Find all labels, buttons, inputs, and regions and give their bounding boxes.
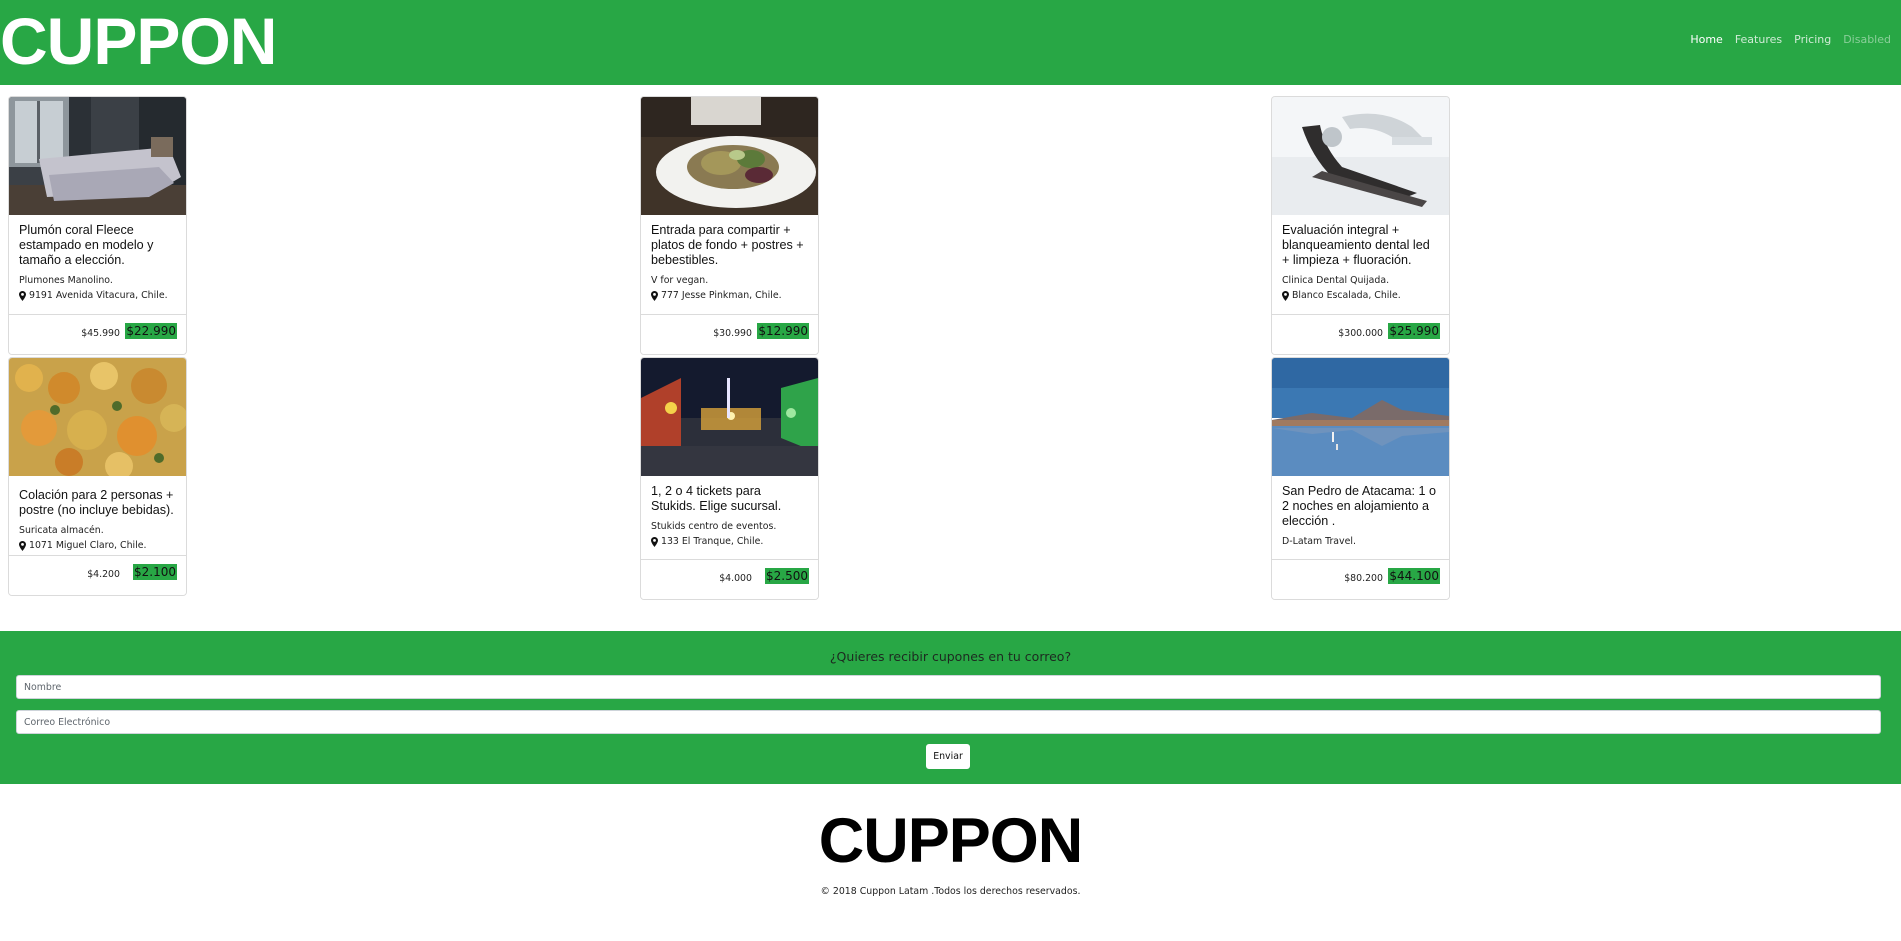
map-pin-icon — [19, 541, 26, 551]
card-address: 9191 Avenida Vitacura, Chile. — [19, 290, 177, 302]
store-name: V for vegan. — [651, 275, 709, 286]
card-address: 133 El Tranque, Chile. — [651, 536, 809, 548]
nav-link-features[interactable]: Features — [1735, 33, 1782, 47]
old-price: $4.000 — [719, 573, 752, 584]
nav-link-pricing[interactable]: Pricing — [1794, 33, 1831, 47]
address-text: 133 El Tranque, Chile. — [661, 536, 764, 547]
carnival-lights-photo-art — [641, 358, 818, 476]
store-name: Clinica Dental Quijada. — [1282, 275, 1390, 286]
map-pin-icon — [651, 537, 658, 547]
store-name: Stukids centro de eventos. — [651, 521, 777, 532]
map-pin-icon — [651, 291, 658, 301]
old-price: $30.990 — [713, 328, 752, 339]
bedroom-photo[interactable] — [9, 97, 186, 215]
card-title: 1, 2 o 4 tickets para Stukids. Elige suc… — [651, 484, 782, 513]
card-title: Plumón coral Fleece estampado en modelo … — [19, 223, 154, 267]
coupon-card[interactable]: San Pedro de Atacama: 1 o 2 noches en al… — [1271, 357, 1450, 600]
store-name: Suricata almacén. — [19, 525, 104, 536]
carnival-lights-photo[interactable] — [641, 358, 818, 476]
discount-price: $25.990 — [1388, 323, 1440, 339]
address-text: 777 Jesse Pinkman, Chile. — [661, 290, 782, 301]
discount-price: $22.990 — [125, 323, 177, 339]
brand-logo[interactable]: CUPPON — [0, 2, 277, 80]
coupon-card[interactable]: 1, 2 o 4 tickets para Stukids. Elige suc… — [640, 357, 819, 600]
salad-plate-photo[interactable] — [641, 97, 818, 215]
discount-price: $12.990 — [757, 323, 809, 339]
salt-lake-landscape-photo[interactable] — [1272, 358, 1449, 476]
card-title: Colación para 2 personas + postre (no in… — [19, 488, 174, 517]
dental-chair-photo-art — [1272, 97, 1449, 215]
discount-price: $2.500 — [765, 568, 809, 584]
address-text: Blanco Escalada, Chile. — [1292, 290, 1401, 301]
footer-logo: CUPPON — [818, 806, 1084, 876]
store-name: D-Latam Travel. — [1282, 536, 1356, 547]
card-address: 1071 Miguel Claro, Chile. — [19, 540, 177, 552]
nav-links: Home Features Pricing Disabled — [1690, 33, 1891, 47]
address-text: 1071 Miguel Claro, Chile. — [29, 540, 147, 551]
food-stew-photo[interactable] — [9, 358, 186, 476]
card-address: Blanco Escalada, Chile. — [1282, 290, 1440, 302]
card-title: San Pedro de Atacama: 1 o 2 noches en al… — [1282, 484, 1437, 528]
old-price: $45.990 — [81, 328, 120, 339]
old-price: $300.000 — [1338, 328, 1383, 339]
discount-price: $2.100 — [133, 564, 177, 580]
discount-price: $44.100 — [1388, 568, 1440, 584]
card-footer: $30.990 $12.990 — [641, 314, 818, 354]
copyright-text: © 2018 Cuppon Latam .Todos los derechos … — [820, 886, 1081, 897]
card-footer: $45.990 $22.990 — [9, 314, 186, 354]
bedroom-photo-art — [9, 97, 186, 215]
salad-plate-photo-art — [641, 97, 818, 215]
send-button[interactable]: Enviar — [926, 744, 970, 769]
coupon-card[interactable]: Colación para 2 personas + postre (no in… — [8, 357, 187, 596]
address-text: 9191 Avenida Vitacura, Chile. — [29, 290, 168, 301]
dental-chair-photo[interactable] — [1272, 97, 1449, 215]
card-footer: $4.000 $2.500 — [641, 559, 818, 599]
old-price: $4.200 — [87, 569, 120, 580]
subscribe-section: ¿Quieres recibir cupones en tu correo? E… — [0, 631, 1901, 784]
map-pin-icon — [19, 291, 26, 301]
card-footer: $300.000 $25.990 — [1272, 314, 1449, 354]
map-pin-icon — [1282, 291, 1289, 301]
nav-link-home[interactable]: Home — [1690, 33, 1722, 47]
coupon-card[interactable]: Evaluación integral + blanqueamiento den… — [1271, 96, 1450, 355]
name-field[interactable] — [16, 675, 1881, 699]
card-footer: $4.200 $2.100 — [9, 555, 186, 595]
coupon-card[interactable]: Entrada para compartir + platos de fondo… — [640, 96, 819, 355]
coupon-card[interactable]: Plumón coral Fleece estampado en modelo … — [8, 96, 187, 355]
card-title: Entrada para compartir + platos de fondo… — [651, 223, 804, 267]
card-footer: $80.200 $44.100 — [1272, 559, 1449, 599]
food-stew-photo-art — [9, 358, 186, 476]
salt-lake-landscape-photo-art — [1272, 358, 1449, 476]
navbar: CUPPON Home Features Pricing Disabled — [0, 0, 1901, 85]
subscribe-title: ¿Quieres recibir cupones en tu correo? — [829, 649, 1072, 664]
card-address: 777 Jesse Pinkman, Chile. — [651, 290, 809, 302]
store-name: Plumones Manolino. — [19, 275, 113, 286]
nav-link-disabled: Disabled — [1843, 33, 1891, 46]
old-price: $80.200 — [1344, 573, 1383, 584]
email-field[interactable] — [16, 710, 1881, 734]
card-title: Evaluación integral + blanqueamiento den… — [1282, 223, 1430, 267]
